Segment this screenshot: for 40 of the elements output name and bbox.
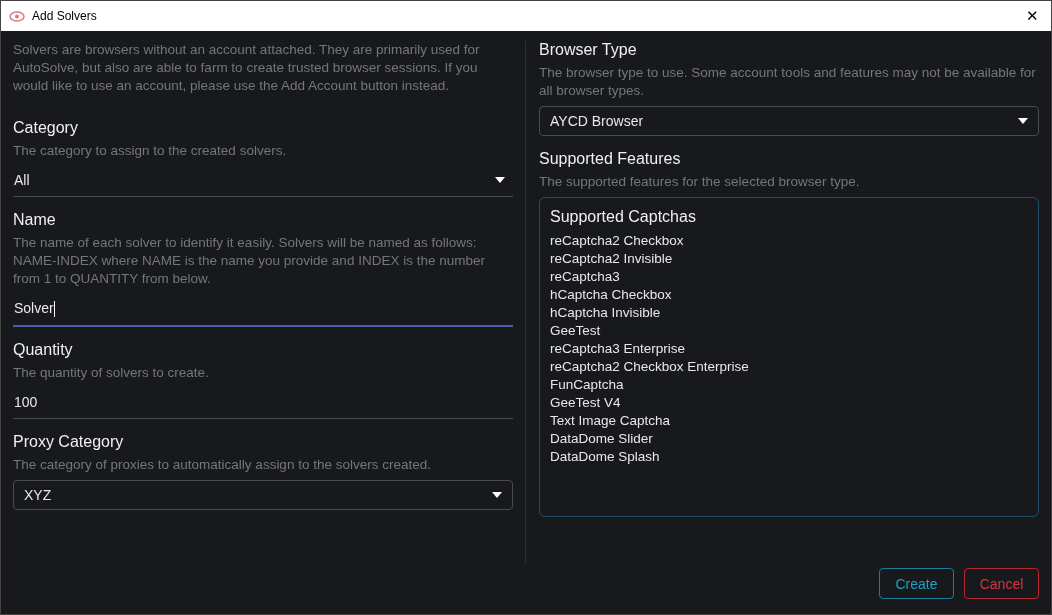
field-label: Browser Type xyxy=(539,41,638,59)
cancel-button[interactable]: Cancel xyxy=(964,568,1039,599)
field-description: The browser type to use. Some account tools and features may not be available for all browser types. xyxy=(539,64,1037,100)
app-logo-icon xyxy=(9,10,25,22)
feature-item: reCaptcha3 xyxy=(550,268,621,286)
feature-item: reCaptcha2 Checkbox Enterprise xyxy=(550,358,750,376)
features-heading: Supported Captchas xyxy=(550,208,697,226)
feature-item: FunCaptcha xyxy=(550,376,625,394)
close-button[interactable]: ✕ xyxy=(1022,7,1043,25)
create-button[interactable]: Create xyxy=(879,568,954,599)
dropdown-caret-icon xyxy=(1018,118,1028,124)
category-dropdown[interactable]: All xyxy=(13,166,513,197)
field-description: The name of each solver to identify it easily. Solvers will be named as follows: NAME-INDEX where NAME is the name you provide and INDEX is the number from 1 to QUANTITY from below. xyxy=(13,234,486,288)
field-label: Quantity xyxy=(13,341,74,360)
dropdown-caret-icon xyxy=(492,492,502,499)
feature-item: reCaptcha3 Enterprise xyxy=(550,340,687,358)
field-description: The supported features for the selected browser type. xyxy=(539,173,861,191)
field-description: The quantity of solvers to create. xyxy=(13,364,210,383)
feature-item: hCaptcha Checkbox xyxy=(550,286,673,304)
feature-item: hCaptcha Invisible xyxy=(550,304,662,322)
feature-item: Text Image Captcha xyxy=(550,412,672,430)
feature-item: reCaptcha2 Invisible xyxy=(550,250,674,268)
field-label: Proxy Category xyxy=(13,433,125,452)
feature-item: GeeTest xyxy=(550,322,602,340)
field-description: The category of proxies to automatically assign to the solvers created. xyxy=(13,456,432,475)
field-description: The category to assign to the created solvers. xyxy=(13,142,288,160)
window-title: Add Solvers xyxy=(32,9,98,23)
feature-item: DataDome Splash xyxy=(550,448,661,466)
text-input-field[interactable]: Solver xyxy=(13,294,513,328)
feature-item: DataDome Slider xyxy=(550,430,654,448)
feature-item: reCaptcha2 Checkbox xyxy=(550,232,685,250)
field-label: Supported Features xyxy=(539,150,682,168)
field-label: Name xyxy=(13,211,57,229)
browser-type-dropdown[interactable]: AYCD Browser xyxy=(539,106,1039,136)
select-dropdown[interactable]: XYZ xyxy=(13,480,513,511)
intro-text: Solvers are browsers without an account attached. They are primarily used for AutoSolve, but also are able to farm to create trusted browser sessions. If you would like to use an account, please use the Add Account button instead. xyxy=(13,41,481,95)
field-label: Category xyxy=(13,119,79,137)
feature-item: GeeTest V4 xyxy=(550,394,622,412)
text-input-field[interactable]: 100 xyxy=(13,388,513,420)
dropdown-caret-icon xyxy=(495,177,505,183)
